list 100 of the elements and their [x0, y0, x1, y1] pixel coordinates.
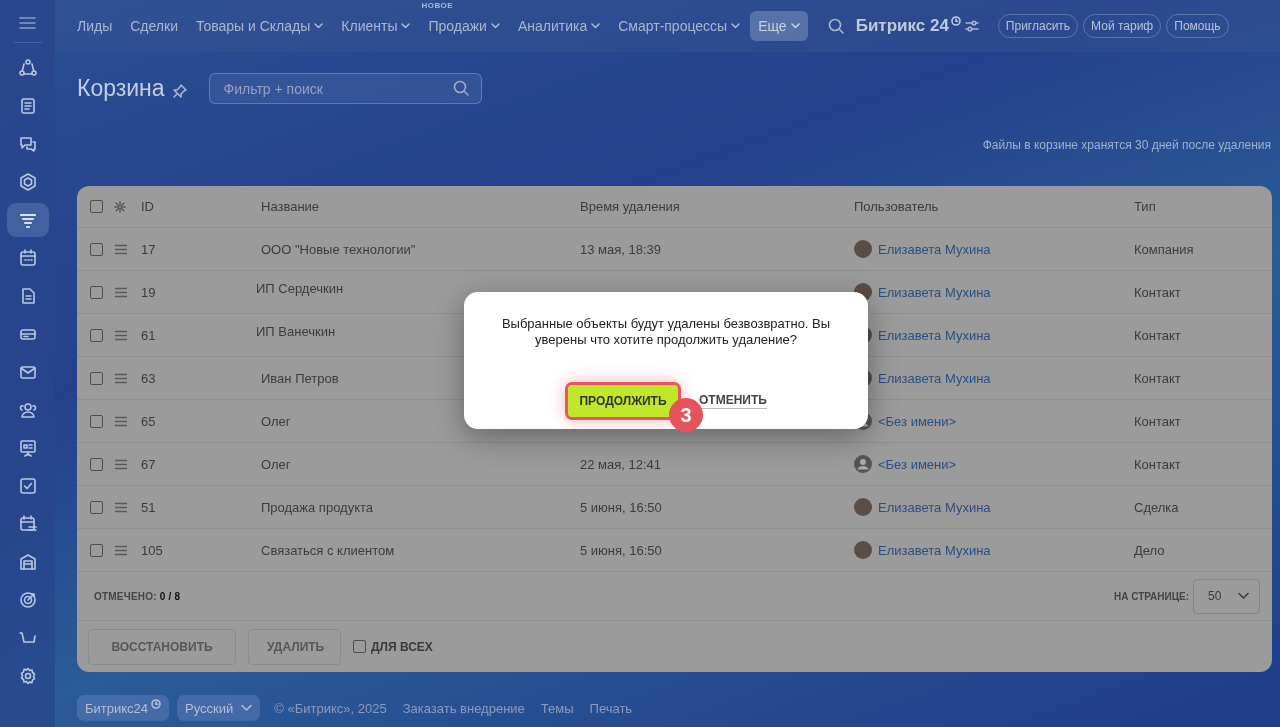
table-cell: 5 июня, 16:50	[580, 542, 662, 558]
drag-handle-icon[interactable]	[114, 501, 128, 513]
footer-link[interactable]: Темы	[540, 700, 574, 716]
table-cell: 67	[141, 456, 156, 472]
table-cell: 105	[141, 542, 163, 558]
language-select[interactable]: Русский	[177, 695, 261, 721]
table-cell: 17	[141, 241, 156, 257]
drag-handle-icon[interactable]	[114, 544, 128, 556]
checkbox[interactable]	[90, 457, 103, 471]
pin-icon[interactable]	[172, 83, 187, 98]
column-header[interactable]: Пользователь	[854, 199, 939, 214]
table-cell: 22 мая, 12:41	[580, 456, 662, 472]
clock-icon	[151, 699, 162, 709]
drag-handle-icon[interactable]	[114, 243, 128, 255]
user-link[interactable]: Елизавета Мухина	[878, 241, 991, 257]
clock-icon	[950, 16, 961, 26]
copyright-text: © «Битрикс», 2025	[274, 700, 387, 716]
checkbox-label: ДЛЯ ВСЕХ	[371, 639, 433, 654]
checkbox[interactable]	[90, 200, 103, 213]
gear-icon[interactable]	[114, 200, 126, 213]
board-icon	[18, 439, 37, 457]
table-cell: Продажа продукта	[261, 499, 374, 515]
brand-button[interactable]: Битрикс24	[77, 695, 170, 721]
table-cell: Дело	[1134, 542, 1165, 558]
nav-tab[interactable]: Лиды	[69, 11, 121, 41]
user-link[interactable]: Елизавета Мухина	[878, 327, 991, 343]
user-link[interactable]: Елизавета Мухина	[878, 542, 991, 558]
menu-icon[interactable]	[19, 16, 36, 30]
search-icon	[452, 80, 469, 96]
table-cell: 63	[141, 370, 156, 386]
schedule-icon	[18, 515, 37, 533]
column-header[interactable]: Тип	[1134, 199, 1156, 214]
calendar-icon	[18, 249, 37, 267]
user-link[interactable]: <Без имени>	[878, 456, 957, 472]
table-cell: Иван Петров	[261, 370, 339, 386]
user-link[interactable]: Елизавета Мухина	[878, 499, 991, 515]
table-cell: Контакт	[1134, 370, 1181, 386]
footer-link[interactable]: Печать	[589, 700, 633, 716]
funnel-icon	[18, 211, 37, 229]
chevron-down-icon	[1238, 592, 1249, 600]
column-header[interactable]: Название	[261, 199, 320, 214]
search-field[interactable]: Фильтр + поиск	[208, 73, 482, 104]
column-header[interactable]: Время удаления	[580, 199, 680, 214]
chat-icon	[18, 135, 37, 153]
drag-handle-icon[interactable]	[114, 458, 128, 470]
checkbox[interactable]	[90, 500, 103, 514]
drag-handle-icon[interactable]	[114, 372, 128, 384]
table-cell: Олег	[261, 456, 291, 472]
checkbox[interactable]	[90, 285, 103, 299]
drag-handle-icon[interactable]	[114, 286, 128, 298]
table-cell: ИП Сердечкин	[256, 280, 344, 296]
checkbox[interactable]	[90, 242, 103, 256]
table-cell: Олег	[261, 413, 291, 429]
chevron-down-icon	[241, 704, 253, 712]
info-note: Файлы в корзине хранятся 30 дней после удаления	[982, 138, 1271, 152]
document-icon	[18, 97, 37, 115]
sidebar-item[interactable]	[6, 203, 49, 237]
checkbox[interactable]	[90, 543, 103, 557]
table-cell: 13 мая, 18:39	[580, 241, 662, 257]
warehouse-icon	[18, 553, 37, 571]
table-cell: 61	[141, 327, 156, 343]
nav-tab[interactable]: Аналитика	[509, 11, 609, 41]
user-link[interactable]: Елизавета Мухина	[878, 370, 991, 386]
drag-handle-icon[interactable]	[114, 329, 128, 341]
checkbox[interactable]	[90, 414, 103, 428]
table-cell: Сделка	[1134, 499, 1179, 515]
table-cell: Контакт	[1134, 456, 1181, 472]
table-cell: Контакт	[1134, 284, 1181, 300]
page-title: Корзина	[77, 75, 165, 102]
column-header[interactable]: ID	[141, 199, 154, 214]
checkbox[interactable]	[90, 371, 103, 385]
search-icon[interactable]	[827, 18, 844, 34]
sliders-icon[interactable]	[964, 19, 979, 33]
per-page-select[interactable]: 50	[1193, 578, 1260, 614]
table-cell: Связаться с клиентом	[261, 542, 395, 558]
table-cell: ООО "Новые технологии"	[261, 241, 416, 257]
flow-icon	[18, 59, 37, 77]
table-cell: 65	[141, 413, 156, 429]
nav-tab[interactable]: Смарт-процессы	[610, 11, 749, 41]
continue-button[interactable]: ПРОДОЛЖИТЬ	[565, 382, 682, 420]
selected-count: ОТМЕЧЕНО: 0 / 8	[94, 590, 181, 602]
checkbox[interactable]	[353, 640, 366, 653]
mail-icon	[18, 363, 37, 381]
dialog-message: Выбранные объекты будут удалены безвозвратно. Вы уверены что хотите продолжить удаление?	[500, 316, 832, 348]
table-cell: Компания	[1134, 241, 1194, 257]
table-cell: 19	[141, 284, 156, 300]
checkbox[interactable]	[90, 328, 103, 342]
user-link[interactable]: Елизавета Мухина	[878, 284, 991, 300]
nav-tab[interactable]: Сделки	[122, 11, 186, 41]
target-icon	[18, 591, 37, 609]
drag-handle-icon[interactable]	[114, 415, 128, 427]
table-cell: 5 июня, 16:50	[580, 499, 662, 515]
nav-tab[interactable]: Еще	[750, 11, 808, 41]
footer-link[interactable]: Заказать внедрение	[402, 700, 525, 716]
table-cell: Контакт	[1134, 413, 1181, 429]
hexagon-icon	[18, 173, 37, 191]
user-link[interactable]: <Без имени>	[878, 413, 957, 429]
task-icon	[18, 477, 37, 495]
nav-tab[interactable]: Клиенты	[333, 11, 419, 41]
nav-tab[interactable]: Товары и Склады	[187, 11, 332, 41]
